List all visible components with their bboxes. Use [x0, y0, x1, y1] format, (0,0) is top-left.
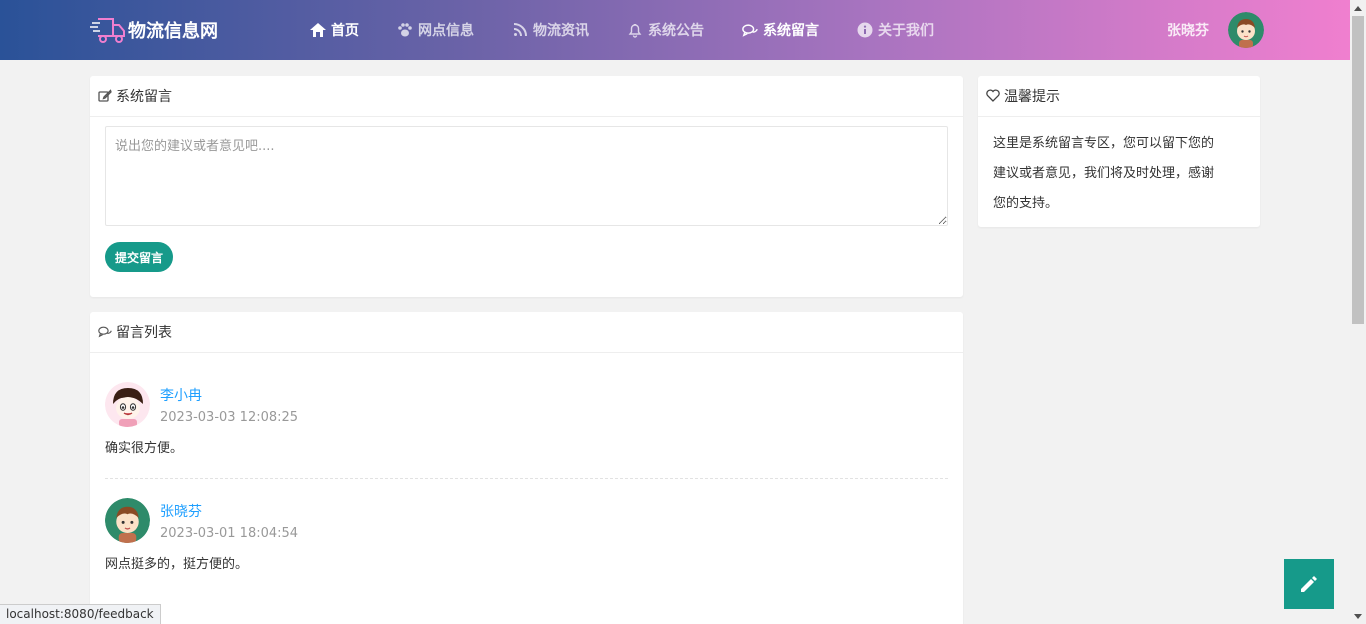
- message-text: 确实很方便。: [105, 441, 184, 456]
- write-feedback-button[interactable]: [1284, 559, 1334, 609]
- top-navbar: 物流信息网 首页 网点信息 物流资讯 系统公告 系统留言 关于我们 张晓芬: [0, 0, 1350, 60]
- tip-line: 您的支持。: [993, 196, 1059, 211]
- delivery-truck-icon: [90, 18, 125, 43]
- feedback-textarea[interactable]: [105, 126, 948, 226]
- tip-line: 建议或者意见，我们将及时处理，感谢: [993, 166, 1215, 181]
- nav-label: 网点信息: [418, 23, 474, 39]
- nav-item-feedback[interactable]: 系统留言: [742, 0, 819, 60]
- message-text: 网点挺多的，挺方便的。: [105, 557, 249, 572]
- nav-item-news[interactable]: 物流资讯: [512, 0, 589, 60]
- avatar[interactable]: [1228, 12, 1264, 48]
- message-author[interactable]: 李小冉: [160, 385, 202, 405]
- card-header: 系统留言: [90, 76, 963, 117]
- nav-label: 物流资讯: [533, 23, 589, 39]
- nav-label: 系统公告: [648, 23, 704, 39]
- page-scrollbar[interactable]: [1350, 0, 1366, 624]
- card-header: 留言列表: [90, 312, 963, 353]
- nav-item-about[interactable]: 关于我们: [857, 0, 934, 60]
- home-icon: [310, 22, 326, 38]
- user-menu[interactable]: 张晓芬: [1167, 12, 1264, 48]
- tip-line: 这里是系统留言专区，您可以留下您的: [993, 136, 1215, 151]
- feedback-form-card: 系统留言 提交留言: [90, 76, 963, 297]
- paw-icon: [397, 22, 413, 38]
- brand-logo[interactable]: 物流信息网: [90, 14, 218, 46]
- brand-name: 物流信息网: [128, 21, 218, 42]
- nav-item-branches[interactable]: 网点信息: [397, 0, 474, 60]
- main-nav: 首页 网点信息 物流资讯 系统公告 系统留言 关于我们: [310, 0, 972, 60]
- nav-label: 关于我们: [878, 23, 934, 39]
- nav-item-announcements[interactable]: 系统公告: [627, 0, 704, 60]
- user-name: 张晓芬: [1167, 23, 1209, 39]
- tips-card: 温馨提示 这里是系统留言专区，您可以留下您的 建议或者意见，我们将及时处理，感谢…: [978, 76, 1260, 227]
- message-time: 2023-03-03 12:08:25: [160, 410, 299, 425]
- message-list-card: 留言列表 李小冉 2023-03-03 12:08:25 确实很方便。 张晓芬 …: [90, 312, 963, 624]
- comments-icon: [742, 22, 758, 38]
- avatar: [105, 498, 150, 543]
- card-header: 温馨提示: [978, 76, 1260, 117]
- tip-text: 这里是系统留言专区，您可以留下您的 建议或者意见，我们将及时处理，感谢 您的支持…: [978, 117, 1260, 231]
- scrollbar-thumb[interactable]: [1352, 16, 1364, 324]
- nav-item-home[interactable]: 首页: [310, 0, 359, 60]
- bell-icon: [627, 22, 643, 38]
- nav-label: 系统留言: [763, 23, 819, 39]
- rss-icon: [512, 22, 528, 38]
- avatar: [105, 382, 150, 427]
- card-title: 留言列表: [116, 325, 172, 341]
- comments-icon: [98, 325, 112, 339]
- scroll-down-arrow-icon[interactable]: [1350, 608, 1366, 624]
- card-title: 系统留言: [116, 89, 172, 105]
- message-author[interactable]: 张晓芬: [160, 501, 202, 521]
- pencil-icon: [1301, 576, 1317, 592]
- browser-status-bar: localhost:8080/feedback: [0, 604, 161, 624]
- scroll-up-arrow-icon[interactable]: [1350, 0, 1366, 16]
- card-title: 温馨提示: [1004, 89, 1060, 105]
- info-icon: [857, 22, 873, 38]
- divider: [105, 478, 948, 479]
- heart-icon: [986, 89, 1000, 103]
- submit-feedback-button[interactable]: 提交留言: [105, 242, 173, 272]
- edit-icon: [98, 89, 112, 103]
- nav-label: 首页: [331, 23, 359, 39]
- message-time: 2023-03-01 18:04:54: [160, 526, 299, 541]
